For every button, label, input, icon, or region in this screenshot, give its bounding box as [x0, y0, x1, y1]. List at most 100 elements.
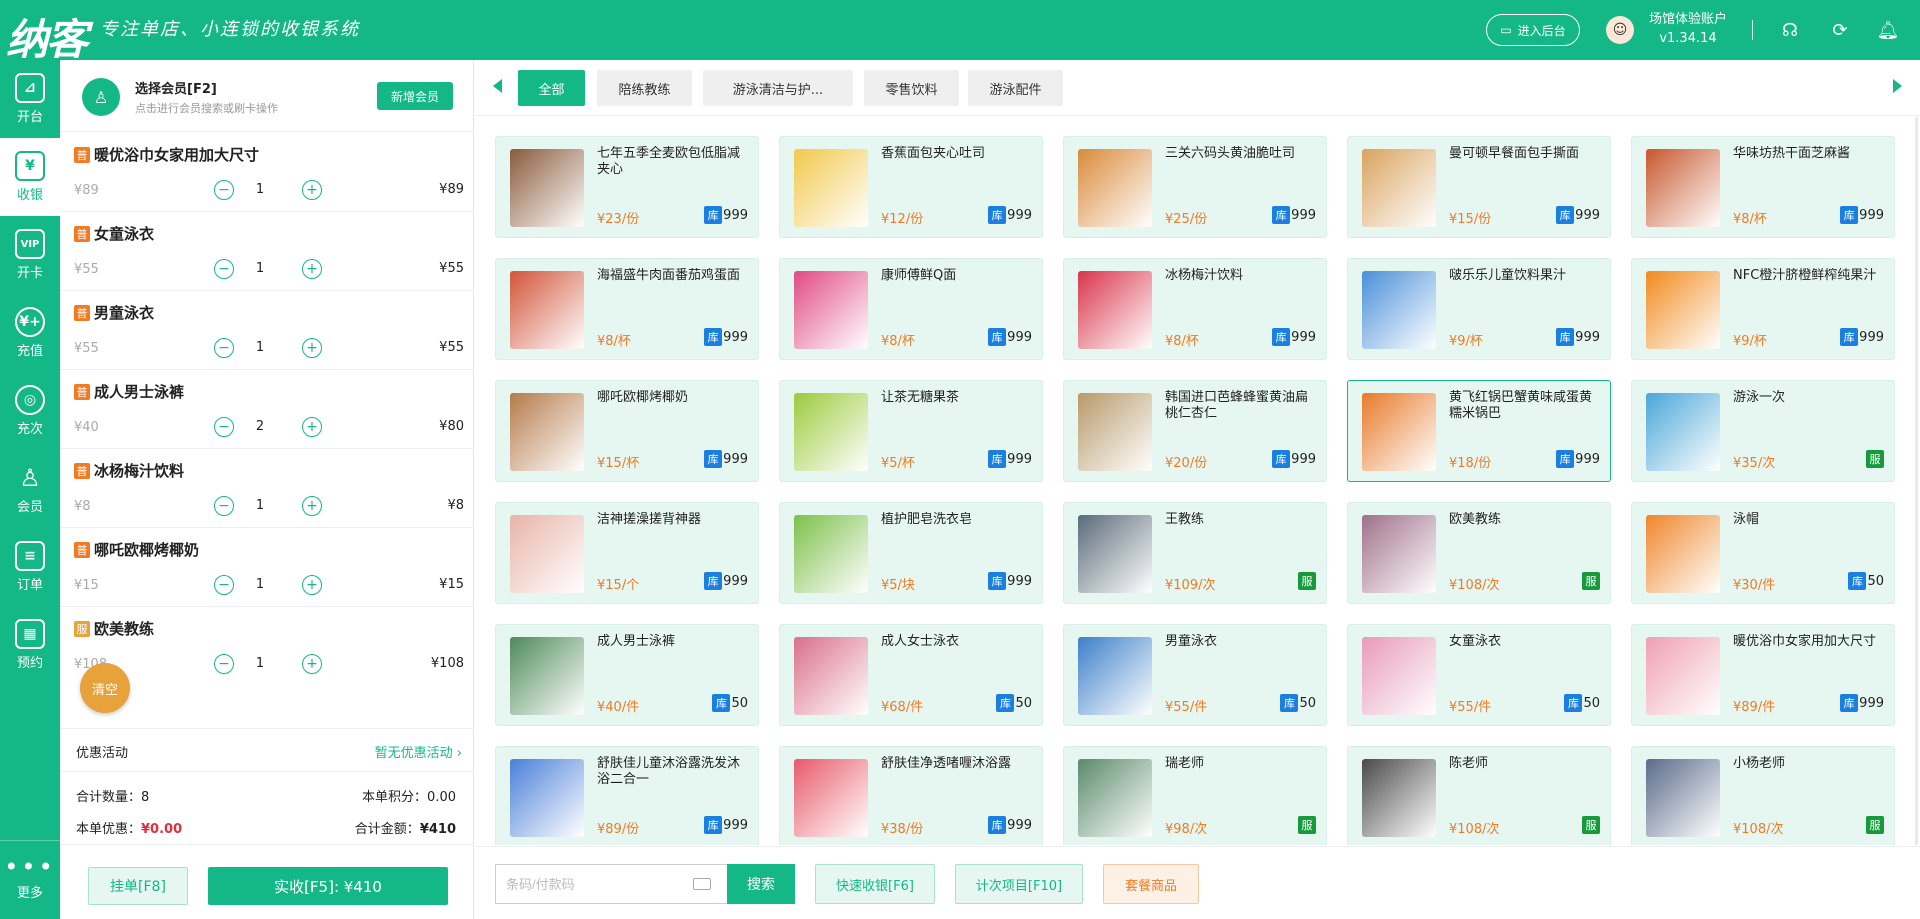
points-value: 0.00: [427, 790, 456, 805]
clear-cart-button[interactable]: 清空: [80, 663, 130, 713]
cart-item[interactable]: 普 冰杨梅汁饮料 ¥8 − 1 + ¥8: [60, 449, 474, 528]
product-card[interactable]: 康师傅鲜Q面 ¥8/杯 库 999: [779, 258, 1043, 360]
minus-button[interactable]: −: [214, 575, 234, 595]
cart-item-qty[interactable]: 1: [250, 656, 270, 671]
product-card[interactable]: 成人女士泳衣 ¥68/件 库 50: [779, 624, 1043, 726]
promotion-value[interactable]: 暂无优惠活动 ›: [375, 742, 462, 761]
minus-button[interactable]: −: [214, 654, 234, 674]
pay-button[interactable]: 实收[F5]: ¥410: [208, 867, 448, 905]
plus-button[interactable]: +: [302, 180, 322, 200]
product-card[interactable]: 泳帽 ¥30/件 库 50: [1631, 502, 1895, 604]
cart-actions: 挂单[F8] 实收[F5]: ¥410: [60, 844, 474, 919]
quick-cashier-button[interactable]: 快速收银[F6]: [815, 864, 935, 904]
product-card[interactable]: 哪吒欧椰烤椰奶 ¥15/杯 库 999: [495, 380, 759, 482]
product-card[interactable]: NFC橙汁脐橙鲜榨纯果汁 ¥9/杯 库 999: [1631, 258, 1895, 360]
cashier-icon: ¥: [15, 151, 45, 181]
cart-item-qty[interactable]: 1: [250, 577, 270, 592]
stock-count: 999: [723, 573, 748, 589]
nav-item-recharge-times[interactable]: ◎ 充次: [0, 372, 60, 450]
product-card[interactable]: 洁神搓澡搓背神器 ¥15/个 库 999: [495, 502, 759, 604]
cart-item-qty[interactable]: 1: [250, 340, 270, 355]
nav-item-member[interactable]: ♙ 会员: [0, 450, 60, 528]
product-card[interactable]: 舒肤佳儿童沐浴露洗发沐浴二合一 ¥89/份 库 999: [495, 746, 759, 845]
member-select[interactable]: ♙ 选择会员[F2] 点击进行会员搜索或刷卡操作 新增会员: [60, 60, 474, 132]
product-card[interactable]: 让茶无糖果茶 ¥5/杯 库 999: [779, 380, 1043, 482]
cart-item[interactable]: 普 成人男士泳裤 ¥40 − 2 + ¥80: [60, 370, 474, 449]
nav-item-open-card[interactable]: VIP 开卡: [0, 216, 60, 294]
enter-backend-button[interactable]: ▭ 进入后台: [1486, 14, 1580, 46]
hold-order-button[interactable]: 挂单[F8]: [88, 867, 188, 905]
minus-button[interactable]: −: [214, 496, 234, 516]
barcode-input[interactable]: [506, 874, 676, 894]
product-card[interactable]: 小杨老师 ¥108/次 服: [1631, 746, 1895, 845]
product-card[interactable]: 暖优浴巾女家用加大尺寸 ¥89/件 库 999: [1631, 624, 1895, 726]
bell-icon[interactable]: 🔔︎: [1876, 18, 1900, 42]
nav-item-open-table[interactable]: ⊿ 开台: [0, 60, 60, 138]
product-price: ¥8/杯: [881, 334, 915, 349]
product-card[interactable]: 冰杨梅汁饮料 ¥8/杯 库 999: [1063, 258, 1327, 360]
avatar[interactable]: ☺: [1606, 16, 1634, 44]
cart-item[interactable]: 普 男童泳衣 ¥55 − 1 + ¥55: [60, 291, 474, 370]
product-card[interactable]: 欧美教练 ¥108/次 服: [1347, 502, 1611, 604]
product-name: 让茶无糖果茶: [881, 390, 960, 405]
plus-button[interactable]: +: [302, 259, 322, 279]
count-items-button[interactable]: 计次项目[F10]: [955, 864, 1083, 904]
product-card[interactable]: 男童泳衣 ¥55/件 库 50: [1063, 624, 1327, 726]
product-card[interactable]: 啵乐乐儿童饮料果汁 ¥9/杯 库 999: [1347, 258, 1611, 360]
product-card[interactable]: 三关六码头黄油脆吐司 ¥25/份 库 999: [1063, 136, 1327, 238]
product-card[interactable]: 植护肥皂洗衣皂 ¥5/块 库 999: [779, 502, 1043, 604]
combo-button[interactable]: 套餐商品: [1103, 864, 1199, 904]
minus-button[interactable]: −: [214, 417, 234, 437]
product-card[interactable]: 成人男士泳裤 ¥40/件 库 50: [495, 624, 759, 726]
cart-item-qty[interactable]: 1: [250, 261, 270, 276]
scroll-left-icon[interactable]: [493, 79, 502, 93]
product-card[interactable]: 女童泳衣 ¥55/件 库 50: [1347, 624, 1611, 726]
promotion-row[interactable]: 优惠活动 暂无优惠活动 ›: [60, 728, 474, 772]
cart-item-qty[interactable]: 1: [250, 498, 270, 513]
product-card[interactable]: 王教练 ¥109/次 服: [1063, 502, 1327, 604]
nav-item-booking[interactable]: ▦ 预约: [0, 606, 60, 684]
nav-item-cashier[interactable]: ¥ 收银: [0, 138, 60, 216]
product-card[interactable]: 瑞老师 ¥98/次 服: [1063, 746, 1327, 845]
product-card[interactable]: 韩国进口芭蜂蜂蜜黄油扁桃仁杏仁 ¥20/份 库 999: [1063, 380, 1327, 482]
stock-count: 50: [1583, 695, 1600, 711]
product-card[interactable]: 黄飞红锅巴蟹黄味咸蛋黄糯米锅巴 ¥18/份 库 999: [1347, 380, 1611, 482]
scrollbar[interactable]: [1915, 117, 1918, 845]
product-card[interactable]: 香蕉面包夹心吐司 ¥12/份 库 999: [779, 136, 1043, 238]
minus-button[interactable]: −: [214, 338, 234, 358]
nav-item-recharge[interactable]: ¥+ 充值: [0, 294, 60, 372]
cart-item[interactable]: 普 哪吒欧椰烤椰奶 ¥15 − 1 + ¥15: [60, 528, 474, 607]
cart-item[interactable]: 普 暖优浴巾女家用加大尺寸 ¥89 − 1 + ¥89: [60, 133, 474, 212]
product-card[interactable]: 曼可顿早餐面包手撕面 ¥15/份 库 999: [1347, 136, 1611, 238]
product-card[interactable]: 七年五季全麦欧包低脂减夹心 ¥23/份 库 999: [495, 136, 759, 238]
product-card[interactable]: 海福盛牛肉面番茄鸡蛋面 ¥8/杯 库 999: [495, 258, 759, 360]
tab-coach[interactable]: 陪练教练: [597, 70, 692, 106]
headset-icon[interactable]: ☊: [1778, 18, 1802, 42]
cart-item[interactable]: 普 女童泳衣 ¥55 − 1 + ¥55: [60, 212, 474, 291]
minus-button[interactable]: −: [214, 180, 234, 200]
add-member-button[interactable]: 新增会员: [377, 82, 453, 110]
tab-swim-care[interactable]: 游泳清洁与护...: [703, 70, 853, 106]
tab-swim-accessories[interactable]: 游泳配件: [968, 70, 1063, 106]
keyboard-icon[interactable]: [693, 878, 711, 890]
minus-button[interactable]: −: [214, 259, 234, 279]
plus-button[interactable]: +: [302, 654, 322, 674]
plus-button[interactable]: +: [302, 417, 322, 437]
search-button[interactable]: 搜索: [727, 864, 795, 904]
sync-icon[interactable]: ⟳: [1828, 18, 1852, 42]
tab-drinks[interactable]: 零售饮料: [864, 70, 959, 106]
plus-button[interactable]: +: [302, 338, 322, 358]
cart-item-qty[interactable]: 2: [250, 419, 270, 434]
product-card[interactable]: 游泳一次 ¥35/次 服: [1631, 380, 1895, 482]
account-info[interactable]: 场馆体验账户 v1.34.14: [1640, 10, 1736, 48]
tab-all[interactable]: 全部: [518, 70, 585, 106]
plus-button[interactable]: +: [302, 496, 322, 516]
plus-button[interactable]: +: [302, 575, 322, 595]
cart-item-qty[interactable]: 1: [250, 182, 270, 197]
nav-item-order[interactable]: ≡ 订单: [0, 528, 60, 606]
product-card[interactable]: 舒肤佳净透啫喱沐浴露 ¥38/份 库 999: [779, 746, 1043, 845]
product-card[interactable]: 华味坊热干面芝麻酱 ¥8/杯 库 999: [1631, 136, 1895, 238]
nav-item-more[interactable]: ••• 更多: [0, 840, 60, 919]
scroll-right-icon[interactable]: [1893, 79, 1902, 93]
product-card[interactable]: 陈老师 ¥108/次 服: [1347, 746, 1611, 845]
